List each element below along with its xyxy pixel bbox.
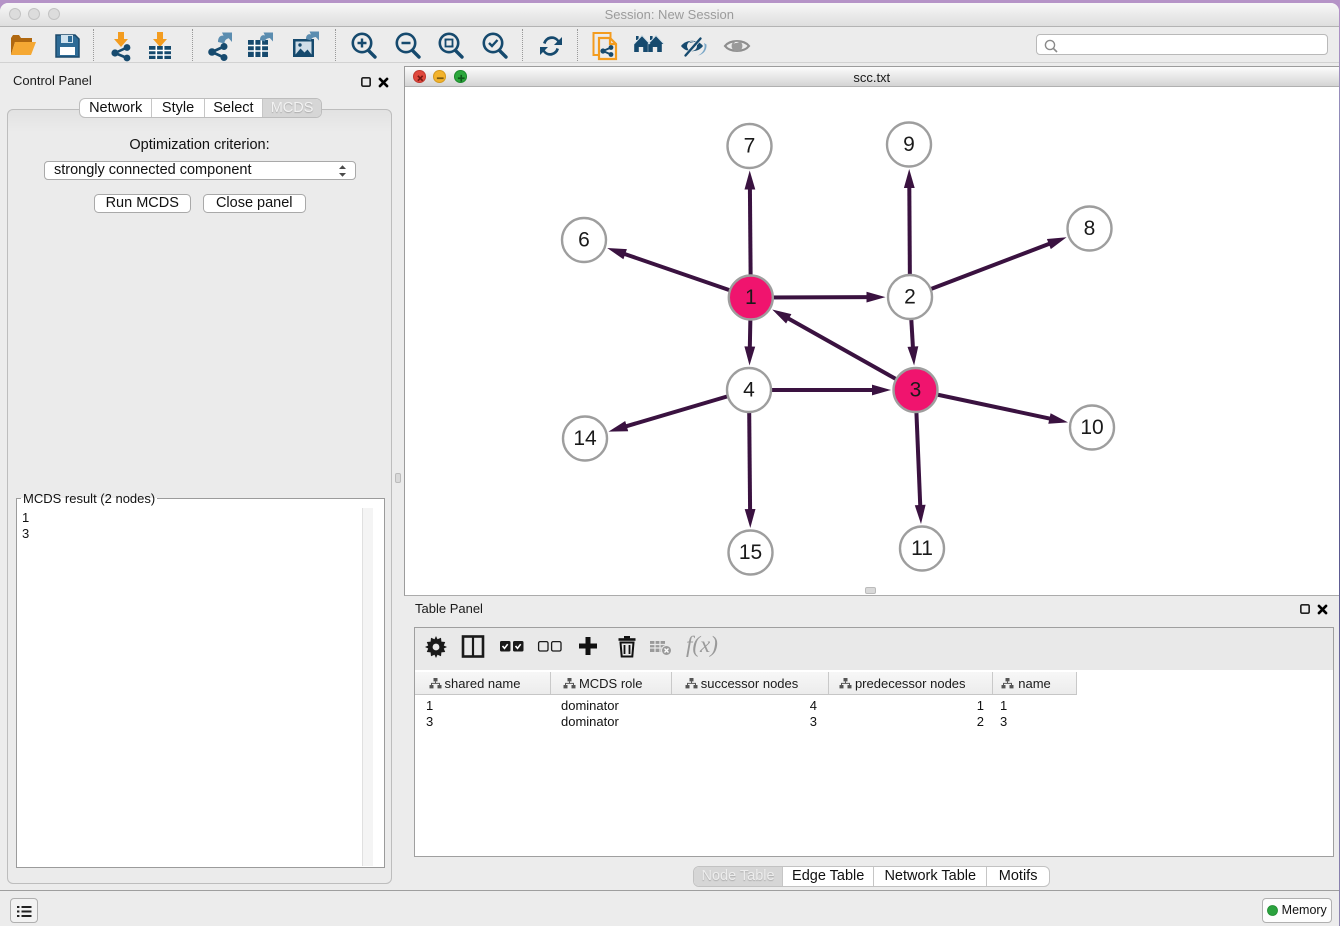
svg-text:7: 7: [744, 135, 756, 158]
svg-text:3: 3: [910, 379, 922, 402]
svg-text:15: 15: [739, 541, 762, 564]
svg-text:10: 10: [1080, 416, 1103, 439]
svg-text:4: 4: [743, 379, 755, 402]
svg-text:1: 1: [745, 286, 757, 309]
svg-text:9: 9: [903, 133, 915, 156]
svg-text:8: 8: [1084, 217, 1096, 240]
svg-text:6: 6: [578, 229, 590, 252]
svg-text:2: 2: [904, 286, 916, 309]
svg-text:14: 14: [573, 427, 597, 450]
svg-text:11: 11: [911, 537, 933, 560]
